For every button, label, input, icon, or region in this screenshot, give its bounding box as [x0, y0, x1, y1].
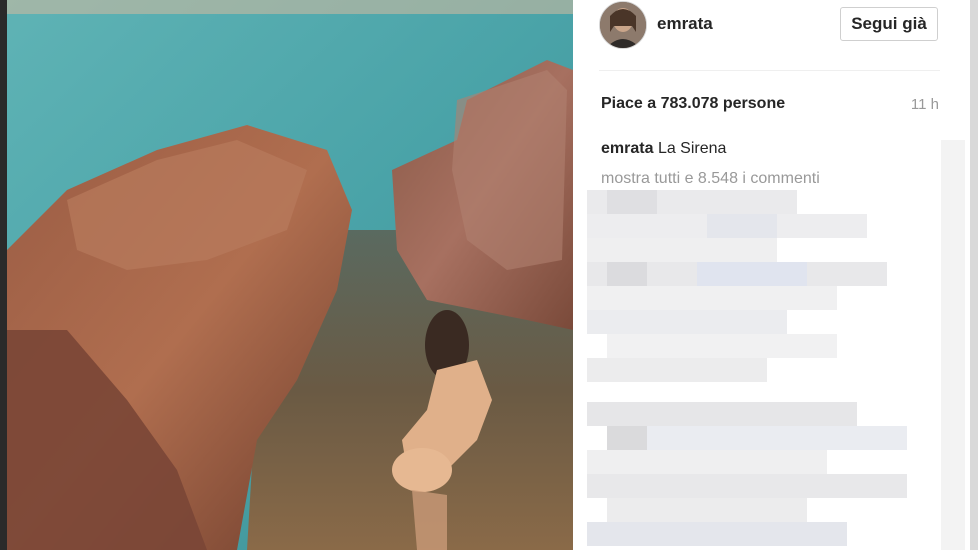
window-edge	[970, 0, 978, 550]
follow-button[interactable]: Segui già	[840, 7, 938, 41]
post-caption: emrata La Sirena	[601, 140, 726, 158]
header-divider	[599, 70, 940, 71]
post-image	[7, 0, 573, 550]
caption-username[interactable]: emrata	[601, 140, 653, 157]
comments-list-pixelated	[587, 188, 970, 550]
post-username[interactable]: emrata	[657, 14, 713, 34]
post-photo[interactable]	[7, 0, 573, 550]
caption-text: La Sirena	[657, 140, 727, 157]
post-time[interactable]: 11 h	[911, 96, 939, 113]
pixelated-comments	[587, 190, 907, 546]
post-header: emrata Segui già	[573, 0, 970, 50]
post-info-panel: emrata Segui già Piace a 783.078 persone…	[573, 0, 970, 550]
avatar[interactable]	[599, 1, 647, 49]
likes-count[interactable]: Piace a 783.078 persone	[601, 95, 785, 113]
show-all-comments-link[interactable]: mostra tutti e 8.548 i commenti	[601, 170, 820, 188]
avatar-icon	[600, 2, 646, 48]
